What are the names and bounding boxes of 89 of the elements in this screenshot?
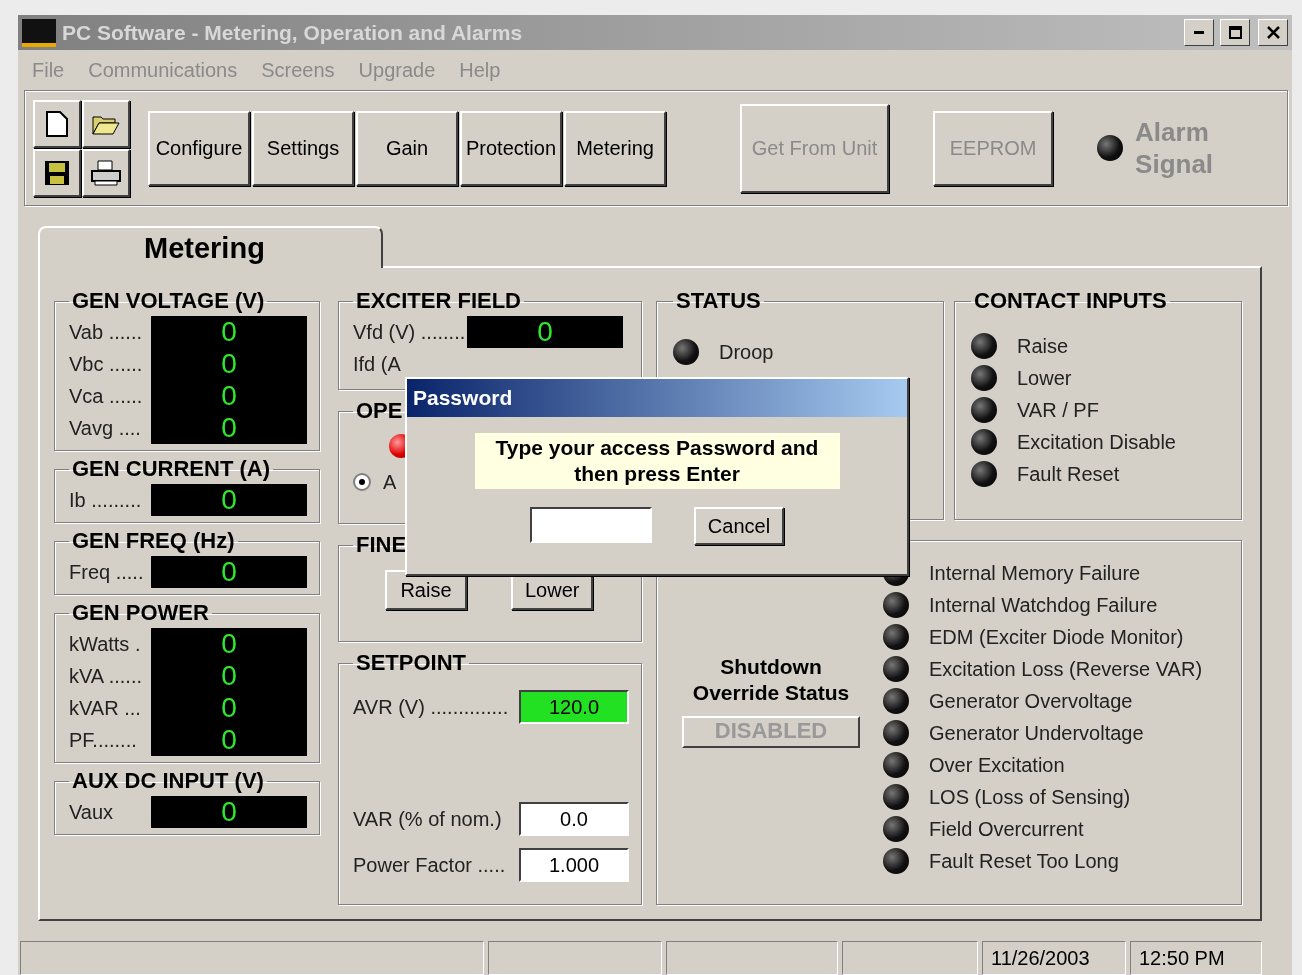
- meter-label: Vaux: [69, 800, 115, 825]
- meter-label: Ifd (A: [353, 352, 402, 377]
- toolbar-button[interactable]: [33, 99, 81, 148]
- indicator-label: Droop: [719, 340, 774, 364]
- password-field[interactable]: [529, 507, 652, 543]
- indicator-label: Generator Overvoltage: [929, 689, 1133, 713]
- readout-value: 0: [537, 316, 553, 348]
- indicator-label: Generator Undervoltage: [929, 721, 1144, 745]
- meter-label: Ib .........: [69, 488, 143, 513]
- group-title: CONTACT INPUTS: [973, 288, 1168, 314]
- readout-value: 0: [221, 380, 237, 412]
- setpoint-label: VAR (% of nom.): [353, 807, 502, 831]
- status-time: 12:50 PM: [1130, 941, 1262, 975]
- group-title: STATUS: [675, 288, 762, 314]
- setpoint-field[interactable]: 0.0: [519, 802, 629, 836]
- indicator-label: Excitation Loss (Reverse VAR): [929, 657, 1203, 681]
- meter-label: kWatts .: [69, 632, 142, 657]
- readout-value: 0: [221, 484, 237, 516]
- toolbar-button[interactable]: [82, 99, 130, 148]
- group-title: GEN POWER: [71, 600, 210, 626]
- readout-value: 0: [221, 660, 237, 692]
- readout-value: 0: [221, 796, 237, 828]
- radio-button[interactable]: [353, 473, 371, 491]
- readout-value: 0: [221, 628, 237, 660]
- group-title: GEN VOLTAGE (V): [71, 288, 266, 314]
- indicator-label: Fault Reset Too Long: [929, 849, 1119, 873]
- meter-label: kVAR ...: [69, 696, 142, 721]
- alarm-signal-label: Alarm Signal: [1135, 116, 1215, 180]
- minimize-button[interactable]: [1184, 19, 1214, 46]
- readout-value: 0: [221, 316, 237, 348]
- readout-value: 0: [221, 724, 237, 756]
- shutdown-override-label: Shutdown Override Status: [691, 653, 851, 706]
- logo-icon: [22, 18, 56, 47]
- indicator-label: Over Excitation: [929, 753, 1065, 777]
- minimize-icon: [1194, 31, 1204, 34]
- screen-button[interactable]: Metering: [564, 110, 667, 186]
- screen-button[interactable]: Settings: [252, 110, 354, 186]
- readout-value: 0: [221, 556, 237, 588]
- readout-value: 0: [221, 412, 237, 444]
- group-title: OPE: [355, 398, 404, 424]
- indicator-label: Fault Reset: [1017, 462, 1120, 486]
- maximize-button[interactable]: [1220, 19, 1250, 46]
- meter-label: PF........: [69, 728, 138, 753]
- group-title: FINE: [355, 532, 408, 558]
- indicator-label: VAR / PF: [1017, 398, 1099, 422]
- indicator-label: Field Overcurrent: [929, 817, 1084, 841]
- indicator-label: EDM (Exciter Diode Monitor): [929, 625, 1184, 649]
- setpoint-field[interactable]: 1.000: [519, 848, 629, 882]
- toolbar-button[interactable]: [33, 148, 81, 197]
- cancel-button[interactable]: Cancel: [693, 507, 785, 545]
- indicator-label: Excitation Disable: [1017, 430, 1176, 454]
- dialog-title: Password: [407, 379, 907, 417]
- screen-button[interactable]: Protection: [460, 110, 563, 186]
- window-title: PC Software - Metering, Operation and Alarms: [62, 20, 524, 45]
- override-status-indicator: DISABLED: [682, 715, 860, 748]
- readout-value: 0: [221, 692, 237, 724]
- screen-button[interactable]: Configure: [148, 110, 250, 186]
- meter-label: Vavg ....: [69, 416, 142, 441]
- group-title: GEN CURRENT (A): [71, 456, 271, 482]
- indicator-label: Internal Memory Failure: [929, 561, 1141, 585]
- tab[interactable]: Metering: [38, 226, 383, 268]
- readout-value: 0: [221, 348, 237, 380]
- indicator-label: Internal Watchdog Failure: [929, 593, 1158, 617]
- meter-label: Vbc ......: [69, 352, 144, 377]
- status-date: 11/26/2003: [982, 941, 1126, 975]
- meter-label: Vab ......: [69, 320, 143, 345]
- meter-label: Vfd (V) ........: [353, 320, 467, 345]
- setpoint-label: Power Factor .....: [353, 853, 506, 877]
- meter-label: Freq .....: [69, 560, 145, 585]
- indicator-label: Lower: [1017, 366, 1072, 390]
- group-title: SETPOINT: [355, 650, 467, 676]
- setpoint-label: AVR (V) ..............: [353, 695, 509, 719]
- maximize-icon: [1228, 26, 1242, 39]
- radio-label: A: [383, 470, 397, 494]
- printer-icon: [90, 158, 122, 187]
- group-title: GEN FREQ (Hz): [71, 528, 236, 554]
- meter-label: Vca ......: [69, 384, 144, 409]
- group-title: AUX DC INPUT (V): [71, 768, 265, 794]
- indicator-label: LOS (Loss of Sensing): [929, 785, 1131, 809]
- close-button[interactable]: [1258, 19, 1288, 46]
- toolbar-button[interactable]: [82, 148, 130, 197]
- screen-button[interactable]: Gain: [356, 110, 458, 186]
- group-title: EXCITER FIELD: [355, 288, 522, 314]
- meter-label: kVA ......: [69, 664, 143, 689]
- dialog-message: Type your access Password and then press Enter: [474, 433, 840, 489]
- close-icon: [1266, 26, 1280, 39]
- setpoint-field[interactable]: 120.0: [519, 690, 629, 724]
- indicator-label: Raise: [1017, 334, 1069, 358]
- blank-page-icon: [46, 110, 68, 137]
